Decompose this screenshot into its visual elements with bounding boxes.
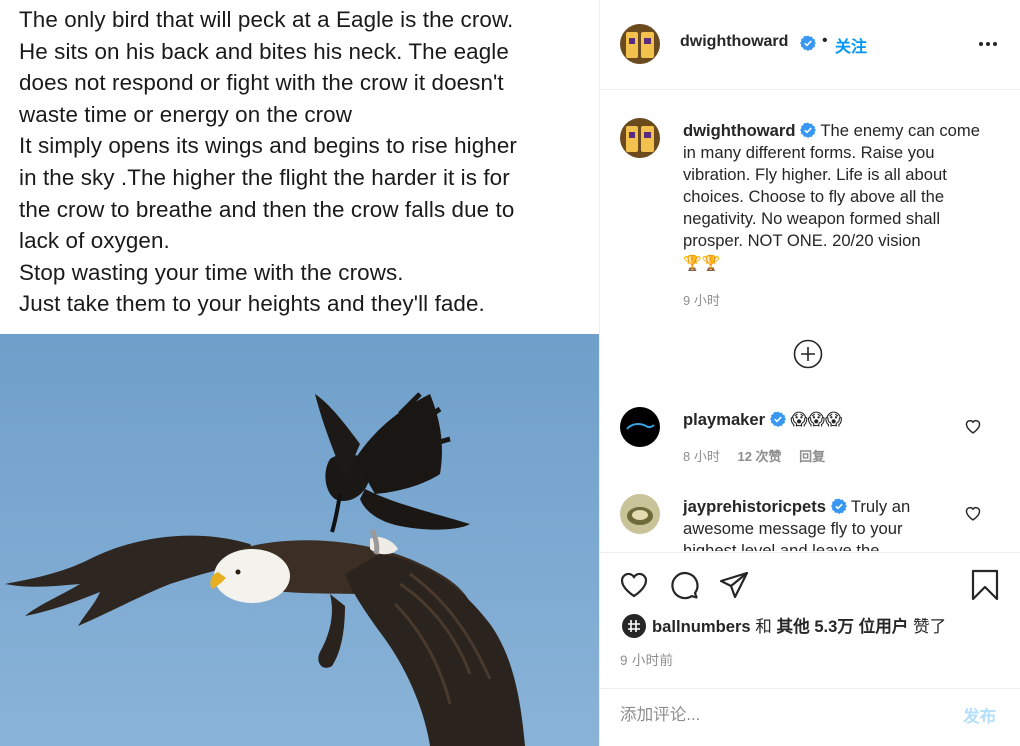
caption-text: The enemy can come in many different for…: [683, 121, 980, 250]
comment-username[interactable]: jayprehistoricpets: [683, 497, 826, 516]
caption-username[interactable]: dwighthoward: [683, 121, 795, 140]
post-actions: ballnumbers 和 其他 5.3万 位用户 赞了 9 小时前: [600, 552, 1020, 688]
liker-username[interactable]: ballnumbers: [652, 617, 751, 636]
comment-like-heart-icon[interactable]: [964, 505, 982, 521]
post-header: dwighthoward • 关注: [600, 0, 1020, 90]
post-text-line: does not respond or fight with the crow …: [19, 70, 504, 96]
comment-timestamp[interactable]: 8 小时: [683, 449, 720, 464]
comment-body: playmaker 😱😱😱: [683, 409, 953, 431]
post-text-line: Just take them to your heights and they'…: [19, 291, 485, 317]
likes-summary[interactable]: ballnumbers 和 其他 5.3万 位用户 赞了: [622, 613, 946, 638]
comment-like-count[interactable]: 12 次赞: [737, 449, 781, 464]
post-text-line: lack of oxygen.: [19, 228, 170, 254]
caption-timestamp[interactable]: 9 小时: [683, 290, 720, 309]
bookmark-icon[interactable]: [969, 569, 1001, 601]
post-text-line: He sits on his back and bites his neck. …: [19, 38, 509, 64]
verified-badge-icon: [800, 122, 817, 138]
avatar[interactable]: [620, 118, 660, 158]
comment-username[interactable]: playmaker: [683, 410, 765, 429]
post-text-line: in the sky .The higher the flight the ha…: [19, 164, 510, 190]
likes-count[interactable]: 5.3万: [814, 617, 854, 636]
more-options-icon[interactable]: [976, 34, 1000, 54]
avatar[interactable]: [620, 407, 660, 447]
post-text-line: Stop wasting your time with the crows.: [19, 259, 404, 285]
heart-icon[interactable]: [618, 569, 650, 601]
likes-suffix: 赞了: [913, 617, 947, 636]
post-text-line: The only bird that will peck at a Eagle …: [19, 7, 514, 32]
post-timestamp[interactable]: 9 小时前: [620, 649, 673, 669]
share-icon[interactable]: [718, 569, 750, 601]
post-media[interactable]: The only bird that will peck at a Eagle …: [0, 0, 600, 746]
comment-text: 😱😱😱: [790, 410, 843, 429]
verified-badge-icon: [800, 35, 816, 51]
header-separator-dot: •: [822, 32, 828, 49]
comment-body: jayprehistoricpets Truly an awesome mess…: [683, 496, 953, 551]
verified-badge-icon: [830, 498, 847, 514]
post-text-line: It simply opens its wings and begins to …: [19, 133, 517, 159]
comment-icon[interactable]: [668, 569, 700, 601]
post-text-line: waste time or energy on the crow: [19, 101, 352, 127]
post-caption: dwighthoward The enemy can come in many …: [683, 120, 983, 275]
likes-unit[interactable]: 位用户: [859, 617, 909, 636]
likes-and: 和: [755, 617, 772, 636]
post-side-panel: dwighthoward • 关注 dwighthoward The enemy…: [600, 0, 1020, 746]
eagle-crow-photo: [0, 334, 599, 746]
likes-others-label[interactable]: 其他: [777, 617, 810, 636]
avatar[interactable]: [620, 494, 660, 534]
avatar[interactable]: [622, 614, 646, 638]
caption-emoji: 🏆🏆: [683, 255, 721, 272]
post-text-line: the crow to breathe and then the crow fa…: [19, 196, 515, 222]
header-username[interactable]: dwighthoward: [680, 33, 788, 51]
post-text-block: The only bird that will peck at a Eagle …: [0, 0, 599, 334]
load-more-icon[interactable]: [792, 338, 824, 370]
comment-like-heart-icon[interactable]: [964, 418, 982, 434]
avatar[interactable]: [620, 24, 660, 64]
comment-input[interactable]: [620, 703, 940, 727]
verified-badge-icon: [769, 411, 786, 427]
reply-button[interactable]: 回复: [799, 449, 825, 464]
follow-button[interactable]: 关注: [835, 33, 867, 57]
post-comment-button[interactable]: 发布: [963, 703, 996, 727]
comments-list[interactable]: dwighthoward The enemy can come in many …: [600, 91, 1020, 551]
add-comment-bar: 发布: [600, 688, 1020, 746]
comment-meta: 8 小时 12 次赞 回复: [683, 446, 839, 465]
